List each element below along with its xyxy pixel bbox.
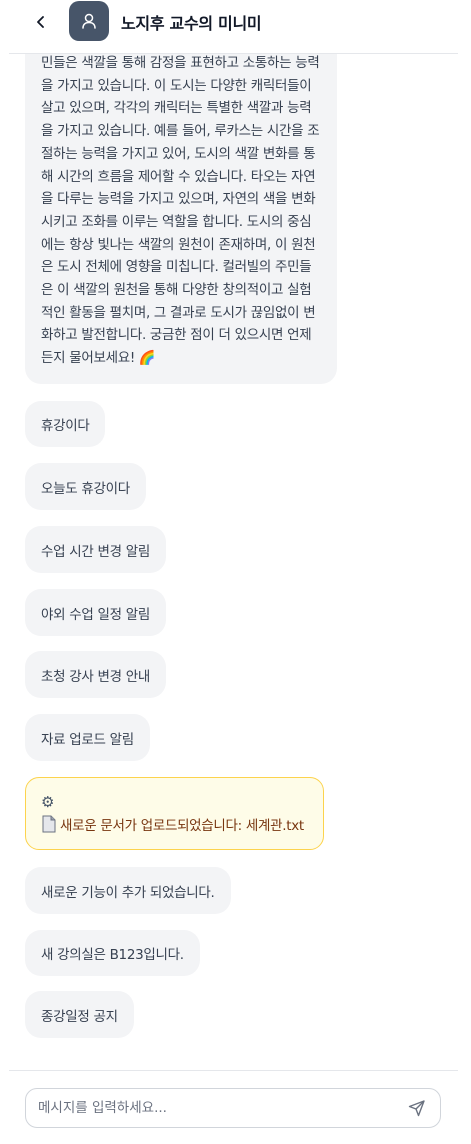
message-bubble: 종강일정 공지 (25, 991, 134, 1038)
upload-notice: ⚙ 새로운 문서가 업로드되었습니다: 세계관.txt (25, 777, 324, 850)
page-title: 노지후 교수의 미니미 (121, 14, 262, 33)
chat-window: 노지후 교수의 미니미 민들은 색깔을 통해 감정을 표현하고 소통하는 능력을… (9, 0, 458, 1144)
back-button[interactable] (31, 12, 51, 32)
notice-text: 새로운 문서가 업로드되었습니다: 세계관.txt (60, 818, 304, 834)
message-bubble: 오늘도 휴강이다 (25, 463, 146, 510)
send-button[interactable] (406, 1097, 428, 1119)
avatar (69, 1, 109, 41)
message-list[interactable]: 민들은 색깔을 통해 감정을 표현하고 소통하는 능력을 가지고 있습니다. 이… (9, 54, 458, 1070)
gear-icon: ⚙ (41, 793, 55, 811)
message-bubble: 새 강의실은 B123입니다. (25, 930, 200, 976)
message-bubble: 수업 시간 변경 알림 (25, 526, 166, 573)
composer (9, 1070, 458, 1144)
chat-header: 노지후 교수의 미니미 (9, 0, 458, 54)
bot-message: 민들은 색깔을 통해 감정을 표현하고 소통하는 능력을 가지고 있습니다. 이… (25, 54, 337, 384)
message-bubble: 자료 업로드 알림 (25, 714, 150, 761)
message-bubble: 초청 강사 변경 안내 (25, 651, 166, 698)
message-bubble: 휴강이다 (25, 401, 106, 447)
document-icon (42, 815, 56, 833)
message-input-box (25, 1088, 441, 1128)
message-bubble: 새로운 기능이 추가 되었습니다. (25, 867, 231, 914)
send-icon (408, 1100, 425, 1117)
message-bubble: 야외 수업 일정 알림 (25, 589, 166, 636)
user-icon (82, 13, 96, 29)
message-input[interactable] (38, 1100, 406, 1116)
chevron-left-icon (37, 16, 44, 28)
